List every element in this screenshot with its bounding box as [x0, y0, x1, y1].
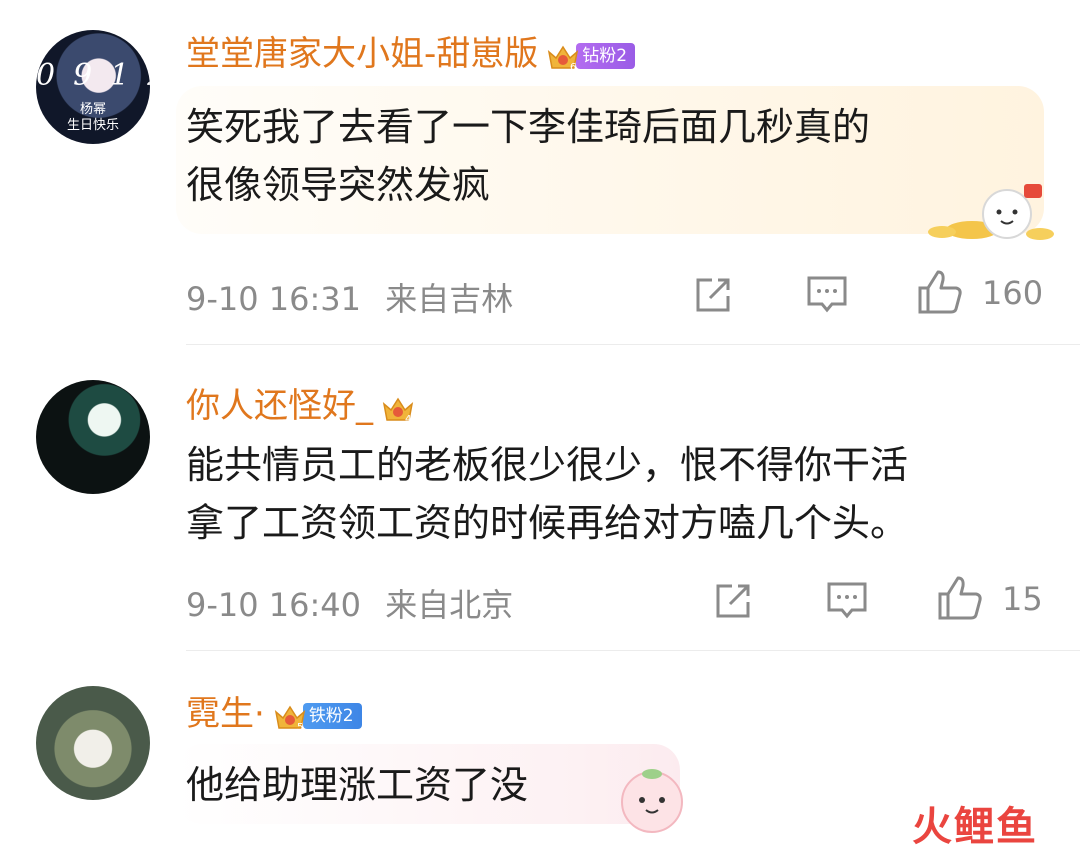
- comment-text: 笑死我了去看了一下李佳琦后面几秒真的 很像领导突然发疯: [186, 98, 870, 214]
- comment-icon: [807, 276, 847, 313]
- like-count: 160: [982, 274, 1044, 312]
- crown-icon: 4: [381, 393, 415, 425]
- username-text[interactable]: 堂堂唐家大小姐-甜崽版: [186, 34, 538, 74]
- username[interactable]: 你人还怪好_ 4: [186, 378, 415, 427]
- avatar[interactable]: 0912 杨幂 生日快乐: [36, 30, 150, 144]
- fan-badge[interactable]: 钻粉2: [576, 42, 636, 69]
- share-icon: [696, 278, 730, 312]
- share-button[interactable]: [712, 580, 754, 620]
- avatar-caption-line-2: 生日快乐: [66, 118, 119, 133]
- crown-level: 6: [570, 62, 576, 72]
- comment-button[interactable]: [826, 580, 868, 620]
- watermark-logo: 火鲤鱼: [912, 804, 1038, 850]
- comment-time: 9-10 16:31: [186, 280, 362, 318]
- comment-text: 他给助理涨工资了没: [186, 756, 528, 814]
- comment-text-line: 拿了工资领工资的时候再给对方嗑几个头。: [186, 501, 909, 545]
- crown-level: 5: [297, 722, 303, 732]
- crown-icon: 5: [273, 701, 307, 733]
- thumbs-up-icon: [918, 270, 962, 314]
- thumbs-up-icon: [938, 576, 982, 620]
- avatar[interactable]: [36, 380, 150, 494]
- avatar-caption-line-1: 杨幂: [79, 102, 106, 117]
- comment-location: 来自吉林: [385, 280, 514, 318]
- bubble-sticker-icon: [912, 176, 1062, 250]
- avatar-caption: 杨幂 生日快乐: [36, 102, 150, 134]
- crown-level: 4: [405, 414, 411, 424]
- divider: [186, 650, 1080, 651]
- username[interactable]: 堂堂唐家大小姐-甜崽版 6 钻粉2: [186, 26, 636, 75]
- comment-text-line: 他给助理涨工资了没: [186, 763, 529, 807]
- share-icon: [716, 584, 750, 618]
- comment-button[interactable]: [806, 274, 848, 314]
- avatar-date-text: 0912: [36, 58, 150, 93]
- comment-location: 来自北京: [385, 586, 514, 624]
- comment-meta: 9-10 16:40 来自北京: [186, 580, 513, 626]
- username-text[interactable]: 你人还怪好_: [186, 386, 373, 426]
- comment-text-line: 能共情员工的老板很少很少，恨不得你干活: [186, 443, 909, 487]
- username-text[interactable]: 霓生·: [186, 694, 265, 734]
- crown-icon: 6: [546, 41, 580, 73]
- username[interactable]: 霓生· 5 铁粉2: [186, 686, 362, 735]
- comment-meta: 9-10 16:31 来自吉林: [186, 274, 513, 320]
- divider: [186, 344, 1080, 345]
- comment-text-line: 笑死我了去看了一下李佳琦后面几秒真的: [186, 105, 871, 149]
- comment-icon: [827, 582, 867, 619]
- share-button[interactable]: [692, 274, 734, 314]
- fan-badge[interactable]: 铁粉2: [302, 702, 362, 729]
- like-count: 15: [1002, 580, 1043, 618]
- comment-text-line: 很像领导突然发疯: [186, 163, 491, 207]
- like-button[interactable]: [916, 268, 964, 316]
- comment-text: 能共情员工的老板很少很少，恨不得你干活 拿了工资领工资的时候再给对方嗑几个头。: [186, 436, 908, 552]
- like-button[interactable]: [936, 574, 984, 622]
- avatar[interactable]: [36, 686, 150, 800]
- comment-time: 9-10 16:40: [186, 586, 362, 624]
- bubble-sticker-icon: [610, 766, 700, 846]
